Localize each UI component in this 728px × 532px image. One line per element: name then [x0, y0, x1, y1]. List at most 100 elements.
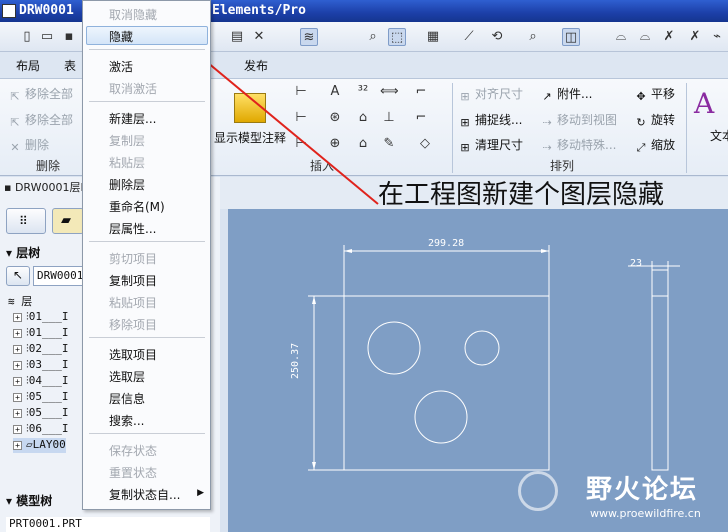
tolerance-icon[interactable]: ⟺: [380, 83, 399, 101]
expand-icon[interactable]: +: [13, 409, 22, 418]
show-model-annotation-button[interactable]: 显示模型注释: [214, 129, 286, 146]
dim-small-label[interactable]: 23: [630, 258, 642, 269]
menu-item-select-layer[interactable]: 选取层: [109, 368, 145, 385]
expand-icon[interactable]: +: [13, 425, 22, 434]
datum-axis-icon[interactable]: ⌓: [636, 28, 654, 46]
menu-item-new-layer[interactable]: 新建层...: [109, 110, 156, 127]
hole-large[interactable]: [367, 321, 421, 375]
expand-icon[interactable]: +: [13, 393, 22, 402]
ordinate-icon[interactable]: ⌐: [412, 83, 430, 101]
menu-item-layer-properties[interactable]: 层属性...: [109, 220, 156, 237]
spin-center-icon[interactable]: ⌁: [708, 28, 726, 46]
expand-icon[interactable]: +: [13, 313, 22, 322]
attach-button[interactable]: ↗ 附件...: [540, 85, 592, 104]
select-box-icon[interactable]: ⬚: [388, 28, 406, 46]
menu-item-deactivate[interactable]: 取消激活: [109, 80, 157, 97]
datum-csys-icon[interactable]: ✗: [686, 28, 704, 46]
layer-row[interactable]: + ⫶01___I: [13, 310, 69, 325]
pan-button[interactable]: ✥ 平移: [634, 85, 675, 104]
menu-item-activate[interactable]: 激活: [109, 58, 133, 75]
ref-dim-icon[interactable]: ⊢: [292, 109, 310, 127]
surface-finish-icon[interactable]: ⌂: [354, 109, 372, 127]
text-a-icon[interactable]: A: [326, 83, 344, 101]
menu-item-save-state[interactable]: 保存状态: [109, 442, 157, 459]
dim-32-icon[interactable]: ³²: [354, 83, 372, 101]
expand-icon[interactable]: +: [13, 345, 22, 354]
info-icon[interactable]: ▦: [424, 28, 442, 46]
menu-item-cut-item[interactable]: 剪切项目: [109, 250, 157, 267]
geo-tol-icon[interactable]: ⊢: [292, 135, 310, 153]
tab-layer-tree[interactable]: ⠿: [6, 208, 46, 234]
datum-icon[interactable]: ⌐: [412, 109, 430, 127]
paste-icon[interactable]: ▤: [228, 28, 246, 46]
zoom-icon[interactable]: ⌕: [524, 28, 542, 46]
datum-point-icon[interactable]: ✗: [660, 28, 678, 46]
menu-item-rename[interactable]: 重命名(M): [109, 198, 165, 215]
expand-icon[interactable]: +: [13, 377, 22, 386]
note-icon[interactable]: ✎: [380, 135, 398, 153]
weld-icon[interactable]: ⌂: [354, 135, 372, 153]
new-file-icon[interactable]: ▯: [18, 28, 36, 46]
menu-item-copy-item[interactable]: 复制项目: [109, 272, 157, 289]
expand-icon[interactable]: +: [13, 361, 22, 370]
model-tree-item[interactable]: PRT0001.PRT: [6, 517, 210, 532]
tab-publish[interactable]: 发布: [244, 57, 268, 74]
menu-item-select-item[interactable]: 选取项目: [109, 346, 157, 363]
sketch-icon[interactable]: ⟋: [460, 28, 478, 46]
cleanup-dim-button[interactable]: ⊞ 清理尺寸: [458, 136, 523, 155]
dropdown-icon[interactable]: ◇: [416, 135, 434, 153]
tab-layout[interactable]: 布局: [16, 57, 40, 74]
menu-item-copy-state-from[interactable]: 复制状态自...: [109, 486, 180, 503]
datum-plane-icon[interactable]: ⌓: [612, 28, 630, 46]
expand-icon[interactable]: +: [13, 329, 22, 338]
dimension-icon[interactable]: ⊢: [292, 83, 310, 101]
datum-target-icon[interactable]: ⊕: [326, 135, 344, 153]
rotate-button[interactable]: ↻ 旋转: [634, 111, 675, 130]
menu-item-unhide[interactable]: 取消隐藏: [109, 6, 157, 23]
remove-all-2-button[interactable]: ⇱ 移除全部: [8, 111, 73, 130]
menu-item-search[interactable]: 搜索...: [109, 412, 144, 429]
layer-row[interactable]: + ⫶01___I: [13, 326, 69, 341]
menu-item-hide[interactable]: 隐藏: [109, 28, 133, 45]
menu-item-paste-item[interactable]: 粘贴项目: [109, 294, 157, 311]
open-folder-icon[interactable]: ▭: [38, 28, 56, 46]
remove-all-1-button[interactable]: ⇱ 移除全部: [8, 85, 73, 104]
layer-row[interactable]: + ⫶06___I: [13, 422, 69, 437]
layer-row[interactable]: + ⫶02___I: [13, 342, 69, 357]
snap-line-button[interactable]: ⊞ 捕捉线...: [458, 111, 522, 130]
hole-small[interactable]: [464, 330, 500, 366]
menu-item-layer-info[interactable]: 层信息: [109, 390, 145, 407]
tab-folder[interactable]: ▰: [52, 208, 84, 234]
save-icon[interactable]: ▪: [60, 28, 78, 46]
select-arrow-button[interactable]: ↖: [6, 266, 30, 286]
symbol-icon[interactable]: ⊥: [380, 109, 398, 127]
binoculars-icon[interactable]: ⌕: [364, 28, 382, 46]
align-dim-button[interactable]: ⊞ 对齐尺寸: [458, 85, 523, 104]
dim-height-label[interactable]: 250.37: [290, 343, 301, 379]
view-cube-icon[interactable]: ◫: [562, 28, 580, 46]
tab-table[interactable]: 表: [64, 57, 76, 74]
text-style-button[interactable]: 文本: [710, 127, 728, 144]
menu-item-remove-item[interactable]: 移除项目: [109, 316, 157, 333]
regenerate-icon[interactable]: ⟲: [488, 28, 506, 46]
menu-item-delete-layer[interactable]: 删除层: [109, 176, 145, 193]
layer-row[interactable]: + ⫶04___I: [13, 374, 69, 389]
dim-width-label[interactable]: 299.28: [428, 238, 464, 249]
move-to-view-button[interactable]: ⇢ 移动到视图: [540, 111, 617, 130]
delete-button[interactable]: ✕ 删除: [8, 136, 49, 155]
side-view[interactable]: [651, 269, 669, 471]
layers-icon[interactable]: ≋: [300, 28, 318, 46]
move-special-button[interactable]: ⇢ 移动特殊...: [540, 136, 616, 155]
menu-item-reset-state[interactable]: 重置状态: [109, 464, 157, 481]
layer-row[interactable]: + ⫶05___I: [13, 406, 69, 421]
balloon-icon[interactable]: ⊛: [326, 109, 344, 127]
hole-bottom[interactable]: [414, 390, 468, 444]
expand-icon[interactable]: +: [13, 441, 22, 450]
layer-row-selected[interactable]: + ▱LAY00: [13, 438, 66, 453]
menu-item-paste-layer[interactable]: 粘贴层: [109, 154, 145, 171]
menu-item-copy-layer[interactable]: 复制层: [109, 132, 145, 149]
layer-row[interactable]: + ⫶03___I: [13, 358, 69, 373]
delete-x-icon[interactable]: ✕: [250, 28, 268, 46]
layer-row[interactable]: + ⫶05___I: [13, 390, 69, 405]
part-outline[interactable]: [343, 295, 550, 471]
